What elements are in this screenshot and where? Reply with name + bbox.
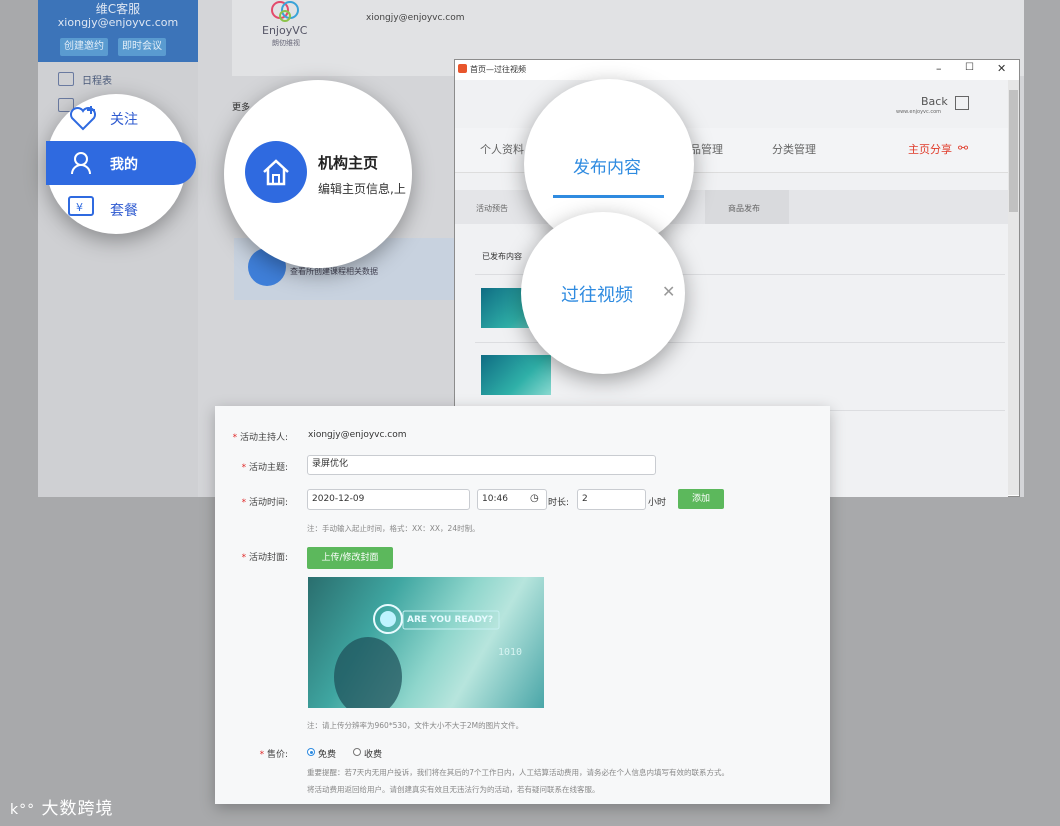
clock-icon[interactable]: ◷ (530, 493, 539, 504)
instant-meeting-button[interactable]: 即时会议 (118, 38, 166, 56)
published-label: 已发布内容 (482, 252, 522, 261)
upload-cover-button[interactable]: 上传/修改封面 (307, 547, 393, 569)
watermark-logo: k°° (10, 802, 36, 818)
active-tab-indicator (553, 195, 664, 198)
nav-item-follow[interactable]: 关注 (110, 109, 138, 129)
notice-line-2: 将活动费用返回给用户。请创建真实有效且无违法行为的活动，若有疑问联系在线客服。 (307, 785, 600, 794)
user-email: xiongjy@enjoyvc.com (57, 16, 179, 29)
logo-subtitle: 朗仞维视 (272, 39, 300, 47)
home-card-desc: 编辑主页信息,上 (318, 182, 406, 196)
subtab-past-videos[interactable]: 过往视频 (561, 281, 633, 307)
video-thumbnail[interactable] (481, 355, 551, 395)
share-icon[interactable]: ⚯ (958, 141, 968, 155)
host-value: xiongjy@enjoyvc.com (308, 430, 407, 440)
exit-icon[interactable] (955, 96, 969, 110)
share-homepage-link[interactable]: 主页分享 (908, 141, 952, 157)
duration-input[interactable]: 2 (577, 489, 646, 510)
home-card-title[interactable]: 机构主页 (318, 152, 378, 173)
time-label: * 活动时间: (241, 498, 288, 508)
cover-label: * 活动封面: (241, 553, 288, 563)
topic-label: * 活动主题: (241, 463, 288, 473)
enjoyvc-logo (266, 0, 310, 22)
dialog-titlebar (455, 60, 1019, 80)
close-button[interactable]: ✕ (997, 62, 1006, 75)
sidebar-item-schedule[interactable]: 日程表 (82, 72, 112, 87)
price-paid-label[interactable]: 收费 (364, 747, 382, 760)
calendar-icon (58, 72, 74, 86)
watermark: k°° 大数跨境 (10, 794, 114, 819)
ticket-icon: ¥ (67, 194, 95, 218)
radio-paid[interactable] (353, 748, 361, 756)
radio-free[interactable] (307, 748, 315, 756)
cover-note: 注：请上传分辨率为960*530，文件大小不大于2M的图片文件。 (307, 721, 524, 730)
cover-text: ARE YOU READY? (407, 615, 494, 625)
profile-header: 维C客服 xiongjy@enjoyvc.com 创建邀约 即时会议 (38, 0, 198, 62)
create-invite-button[interactable]: 创建邀约 (60, 38, 108, 56)
subtab-event-preview[interactable]: 活动预告 (476, 203, 508, 214)
tab-profile[interactable]: 个人资料 (480, 141, 524, 157)
svg-text:¥: ¥ (76, 201, 83, 214)
duration-label: 时长: (548, 498, 570, 508)
topic-input[interactable]: 录屏优化 (307, 455, 656, 475)
close-tab-icon[interactable]: ✕ (662, 282, 675, 301)
tab-category-management[interactable]: 分类管理 (772, 141, 816, 157)
date-input[interactable]: 2020-12-09 (307, 489, 470, 510)
add-button[interactable]: 添加 (678, 489, 724, 509)
notice-line-1: 重要提醒：若7天内无用户投诉，我们将在其后的7个工作日内，人工结算活动费用，请务… (307, 768, 730, 777)
host-label: * 活动主持人: (232, 433, 288, 443)
duration-unit: 小时 (648, 498, 667, 508)
nav-item-package[interactable]: 套餐 (110, 200, 138, 220)
user-icon (70, 151, 92, 175)
watermark-text: 大数跨境 (41, 799, 114, 819)
price-label: * 售价: (259, 750, 288, 760)
nav-item-mine[interactable]: 我的 (110, 154, 138, 174)
tab-goods-management[interactable]: 品管理 (690, 141, 723, 157)
scrollbar-thumb[interactable] (1009, 90, 1018, 212)
data-card-text: 查看所创建课程相关数据 (290, 267, 378, 276)
app-icon (458, 64, 467, 73)
home-icon[interactable] (245, 141, 307, 203)
time-note: 注：手动输入起止时间，格式：XX：XX，24时制。 (307, 524, 480, 533)
header-email: xiongjy@enjoyvc.com (366, 13, 465, 23)
subtab-goods-publish[interactable]: 商品发布 (728, 203, 760, 214)
heart-icon (68, 103, 98, 133)
back-url: www.enjoyvc.com (896, 109, 942, 115)
maximize-button[interactable]: ☐ (965, 62, 974, 73)
logo-text: EnjoyVC (262, 24, 308, 37)
price-free-label[interactable]: 免费 (318, 747, 336, 760)
svg-text:1010: 1010 (498, 647, 522, 658)
dialog-title: 首页—过往视频 (470, 65, 526, 74)
tab-publish-content[interactable]: 发布内容 (573, 153, 641, 178)
user-name: 维C客服 (95, 2, 141, 16)
back-label[interactable]: Back (921, 95, 948, 108)
minimize-button[interactable]: – (936, 62, 942, 75)
cover-image: 1010 ARE YOU READY? (308, 577, 544, 708)
